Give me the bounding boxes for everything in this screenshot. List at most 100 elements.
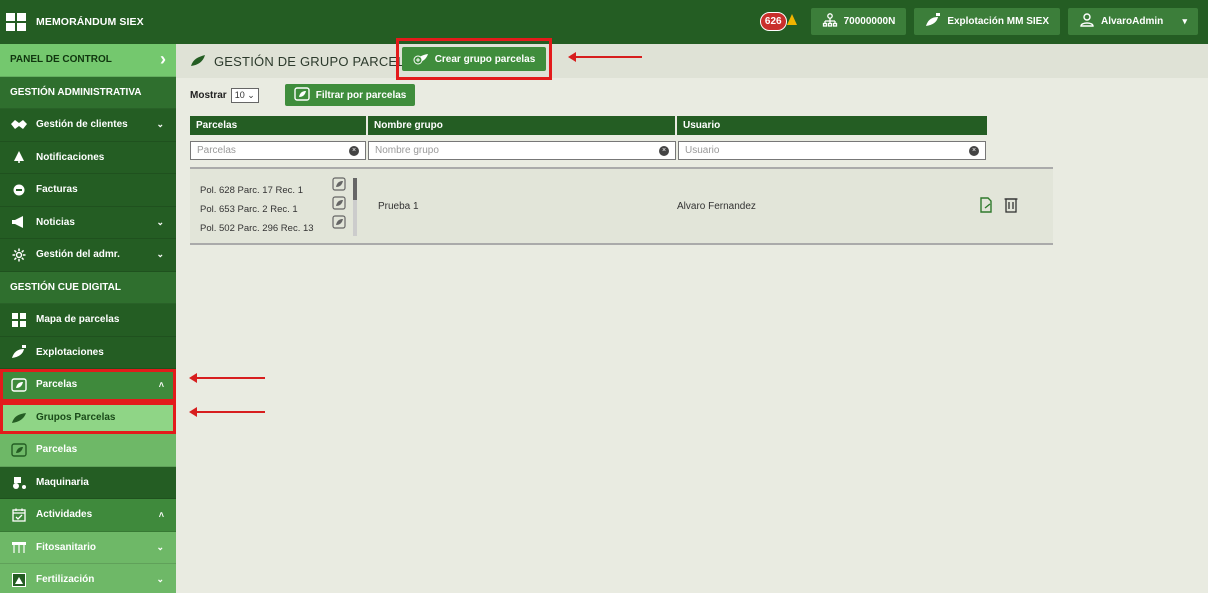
page-size-value: 10 (234, 89, 245, 100)
parcel-icon[interactable] (332, 215, 346, 234)
sidebar-item-activities[interactable]: Actividades ˄ (0, 499, 176, 532)
parcel-entry: Pol. 628 Parc. 17 Rec. 1 (200, 185, 303, 196)
filter-row: Parcelas × Nombre grupo × Usuario × (190, 141, 1053, 161)
user-label: AlvaroAdmin (1101, 16, 1164, 27)
chevron-right-icon: › (160, 49, 166, 69)
sidebar-item-fertilization[interactable]: Fertilización ⌄ (0, 564, 176, 593)
annotation-arrow (189, 407, 265, 417)
top-bar: MEMORÁNDUM SIEX 626 70000000N Explotació… (0, 0, 1208, 44)
fertilizer-icon (10, 572, 28, 587)
annotation-arrow (568, 52, 642, 62)
sidebar-item-label: PANEL DE CONTROL (10, 54, 112, 66)
column-header-user[interactable]: Usuario (677, 116, 987, 135)
nif-label: 70000000N (843, 16, 896, 27)
parcel-icon[interactable] (332, 177, 346, 196)
megaphone-icon (10, 216, 28, 229)
sidebar-item-invoices[interactable]: Facturas (0, 174, 176, 207)
parcel-entry: Pol. 502 Parc. 296 Rec. 13 (200, 223, 314, 234)
delete-icon[interactable] (1004, 197, 1018, 216)
page-size-select[interactable]: 10 ⌄ (230, 87, 259, 103)
brand[interactable]: MEMORÁNDUM SIEX (0, 0, 176, 44)
page-title: GESTIÓN DE GRUPO PARCELAS (214, 53, 423, 69)
chevron-down-icon: ▾ (1182, 16, 1187, 26)
app-title: MEMORÁNDUM SIEX (36, 16, 144, 28)
create-group-label: Crear grupo parcelas (434, 53, 536, 65)
sidebar-item-label: Grupos Parcelas (36, 411, 116, 423)
tractor-icon (10, 475, 28, 490)
sidebar-item-label: Fertilización (36, 574, 95, 586)
sidebar-item-label: Gestión de clientes (36, 119, 128, 131)
notification-count-badge: 626 (759, 12, 787, 31)
sidebar-section-cue: GESTIÓN CUE DIGITAL (0, 271, 176, 304)
sidebar-item-label: Parcelas (36, 444, 78, 456)
sidebar-item-label: Explotaciones (36, 346, 104, 358)
chevron-down-icon: ⌄ (156, 574, 164, 585)
map-grid-icon (10, 312, 28, 327)
sidebar: PANEL DE CONTROL › GESTIÓN ADMINISTRATIV… (0, 44, 176, 593)
sidebar-item-label: Fitosanitario (36, 541, 97, 553)
user-icon (1079, 13, 1095, 30)
parcel-icon (10, 378, 28, 392)
column-header-parcels[interactable]: Parcelas (190, 116, 368, 135)
exploitation-button[interactable]: Explotación MM SIEX (914, 8, 1060, 35)
page-header: GESTIÓN DE GRUPO PARCELAS (176, 44, 1208, 78)
sidebar-panel-control[interactable]: PANEL DE CONTROL › (0, 44, 176, 77)
parcel-groups-icon (10, 410, 28, 424)
sidebar-item-machinery[interactable]: Maquinaria (0, 467, 176, 499)
sidebar-item-parcel-groups[interactable]: Grupos Parcelas (0, 401, 176, 434)
sidebar-item-admin-management[interactable]: Gestión del admr. ⌄ (0, 239, 176, 272)
sidebar-item-label: Facturas (36, 184, 78, 196)
cell-scrollbar[interactable] (353, 178, 357, 236)
calendar-check-icon (10, 508, 28, 522)
user-cell: Alvaro Fernandez (677, 201, 756, 212)
create-button-highlight: Crear grupo parcelas (396, 38, 552, 80)
sidebar-item-phytosanitary[interactable]: Fitosanitario ⌄ (0, 531, 176, 564)
sidebar-item-label: Actividades (36, 509, 93, 521)
section-heading: GESTIÓN CUE DIGITAL (10, 281, 121, 293)
notifications-button[interactable]: 626 (759, 12, 799, 31)
create-group-button[interactable]: Crear grupo parcelas (401, 47, 547, 71)
column-header-group-name[interactable]: Nombre grupo (368, 116, 677, 135)
sidebar-item-parcels-group[interactable]: Parcelas ˄ (0, 369, 176, 402)
sidebar-item-parcels[interactable]: Parcelas (0, 434, 176, 467)
chevron-up-icon: ˄ (158, 379, 164, 390)
clear-icon[interactable]: × (349, 146, 359, 156)
bell-icon (10, 151, 28, 164)
group-name-filter-input[interactable]: Nombre grupo × (368, 141, 676, 160)
gear-icon (10, 248, 28, 262)
sidebar-item-clients[interactable]: Gestión de clientes ⌄ (0, 109, 176, 142)
row-actions (978, 197, 1018, 216)
chevron-down-icon: ⌄ (156, 216, 164, 227)
clear-icon[interactable]: × (659, 146, 669, 156)
parcel-entry: Pol. 653 Parc. 2 Rec. 1 (200, 204, 298, 215)
parcels-filter-placeholder: Parcelas (197, 145, 236, 156)
sidebar-section-admin: GESTIÓN ADMINISTRATIVA (0, 76, 176, 109)
chevron-down-icon: ⌄ (156, 541, 164, 552)
chevron-up-icon: ˄ (158, 509, 164, 520)
sidebar-item-label: Mapa de parcelas (36, 314, 120, 326)
filter-by-parcels-button[interactable]: Filtrar por parcelas (284, 84, 416, 106)
org-chart-icon (822, 13, 838, 30)
user-filter-input[interactable]: Usuario × (678, 141, 986, 160)
bell-icon (785, 13, 799, 30)
filter-button-label: Filtrar por parcelas (315, 89, 407, 101)
edit-icon[interactable] (978, 197, 994, 216)
parcel-icon (294, 86, 310, 104)
user-filter-placeholder: Usuario (685, 145, 720, 156)
nif-button[interactable]: 70000000N (810, 8, 907, 35)
parcels-filter-input[interactable]: Parcelas × (190, 141, 366, 160)
show-label: Mostrar (190, 89, 227, 101)
parcel-icon[interactable] (332, 196, 346, 215)
user-menu-button[interactable]: AlvaroAdmin ▾ (1068, 8, 1198, 35)
sidebar-item-news[interactable]: Noticias ⌄ (0, 207, 176, 239)
sidebar-item-notifications[interactable]: Notificaciones (0, 142, 176, 174)
sidebar-item-label: Gestión del admr. (36, 249, 120, 261)
exploitation-label: Explotación MM SIEX (947, 16, 1049, 27)
table-controls: Mostrar 10 ⌄ Filtrar por parcelas (190, 84, 416, 106)
clear-icon[interactable]: × (969, 146, 979, 156)
sidebar-item-exploitations[interactable]: Explotaciones (0, 337, 176, 369)
sidebar-item-map[interactable]: Mapa de parcelas (0, 304, 176, 337)
group-name-filter-placeholder: Nombre grupo (375, 145, 439, 156)
exploitation-icon (10, 345, 28, 359)
table-row[interactable]: Pol. 628 Parc. 17 Rec. 1 Pol. 653 Parc. … (190, 167, 1053, 245)
